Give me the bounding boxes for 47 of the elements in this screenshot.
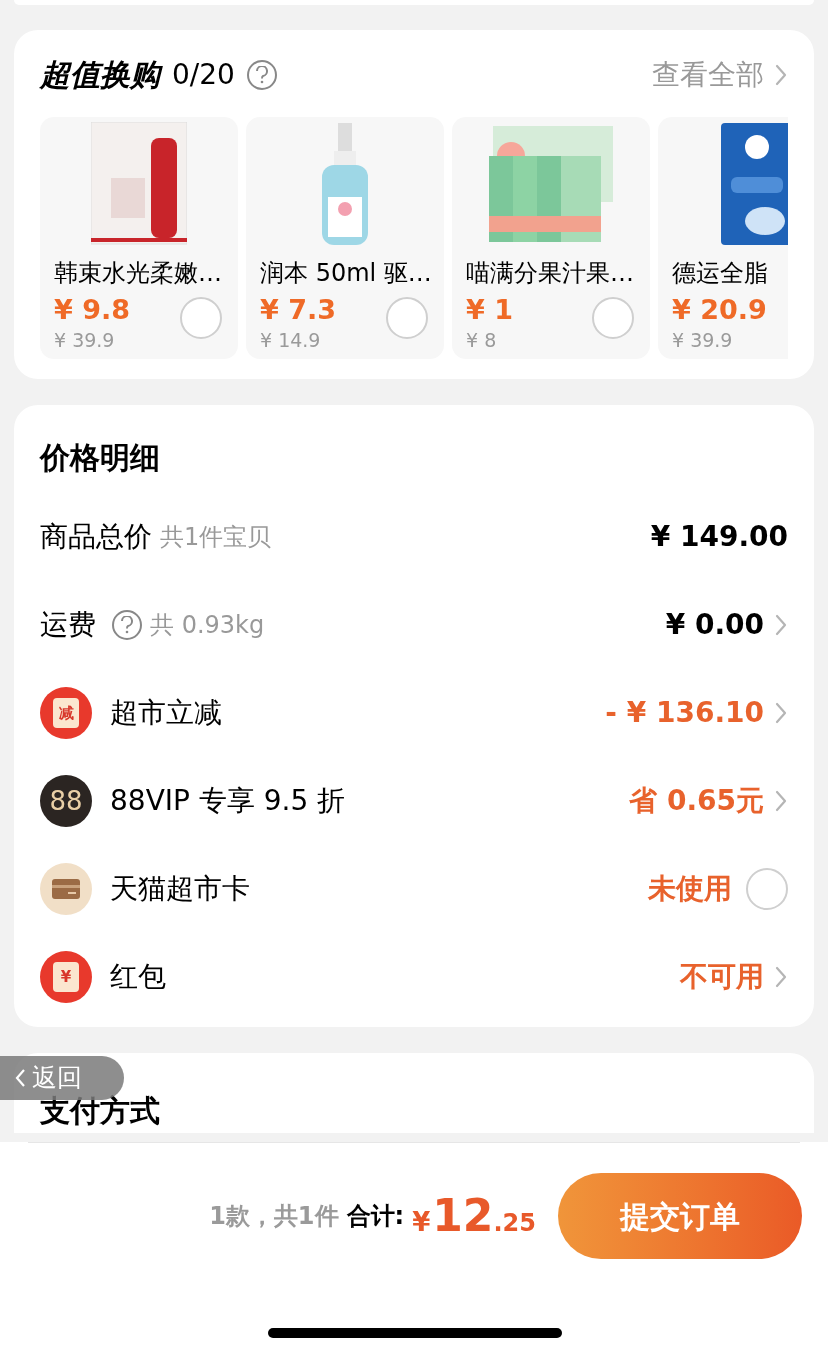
product-price: ¥ 9.8 — [54, 293, 131, 327]
product-name: 喵满分果汁果… — [465, 258, 635, 289]
row-label: 商品总价 — [40, 519, 152, 555]
row-value: ¥ 149.00 — [650, 519, 788, 555]
section-title: 价格明细 — [40, 439, 161, 477]
product-name: 韩束水光柔嫩… — [53, 258, 223, 289]
product-card[interactable]: 喵满分果汁果… ¥ 1 ¥ 8 — [452, 117, 650, 359]
row-value: 省 0.65元 — [629, 783, 764, 819]
product-card[interactable]: 韩束水光柔嫩… ¥ 9.8 ¥ 39.9 — [40, 117, 238, 359]
item-summary: 1款，共1件 — [209, 1201, 339, 1232]
radio-button[interactable] — [386, 297, 428, 339]
product-price: ¥ 20.9 — [672, 293, 767, 327]
radio-button[interactable] — [592, 297, 634, 339]
original-price: ¥ 39.9 — [672, 328, 733, 353]
chevron-icon — [774, 62, 788, 87]
card-icon — [40, 863, 92, 915]
row-value: ¥ 0.00 — [665, 607, 764, 643]
product-card[interactable]: 德运全脂 ¥ 20.9 ¥ 39.9 — [658, 117, 788, 359]
product-name: 润本 50ml 驱… — [259, 258, 433, 289]
row-value: 不可用 — [680, 959, 764, 995]
row-label: 运费 — [40, 607, 96, 643]
row-label: 88VIP 专享 9.5 折 — [110, 783, 346, 819]
total-label: 合计: — [346, 1201, 405, 1232]
total-amount: ¥12.25 — [412, 1189, 536, 1243]
row-value: - ¥ 136.10 — [605, 695, 764, 731]
original-price: ¥ 8 — [466, 328, 497, 353]
original-price: ¥ 39.9 — [54, 328, 115, 353]
radio-button[interactable] — [746, 868, 788, 910]
row-note: 共1件宝贝 — [160, 522, 272, 553]
row-value: 未使用 — [648, 871, 732, 907]
vip-badge-icon: 88 — [40, 775, 92, 827]
chevron-left-icon — [14, 1068, 26, 1088]
product-card[interactable]: 润本 50ml 驱… ¥ 7.3 ¥ 14.9 — [246, 117, 444, 359]
envelope-icon: ¥ — [40, 951, 92, 1003]
envelope-icon: 减 — [40, 687, 92, 739]
product-price: ¥ 7.3 — [260, 293, 337, 327]
row-note: 共 0.93kg — [150, 610, 265, 641]
exchange-count: 0/20 — [172, 56, 235, 93]
row-label: 超市立减 — [110, 695, 222, 731]
product-name: 德运全脂 — [671, 258, 769, 289]
help-icon[interactable] — [112, 610, 142, 640]
row-label: 红包 — [110, 959, 166, 995]
help-icon[interactable] — [246, 59, 277, 90]
radio-button[interactable] — [180, 297, 222, 339]
original-price: ¥ 14.9 — [260, 328, 321, 353]
row-label: 天猫超市卡 — [110, 871, 250, 907]
product-price: ¥ 1 — [466, 293, 513, 327]
